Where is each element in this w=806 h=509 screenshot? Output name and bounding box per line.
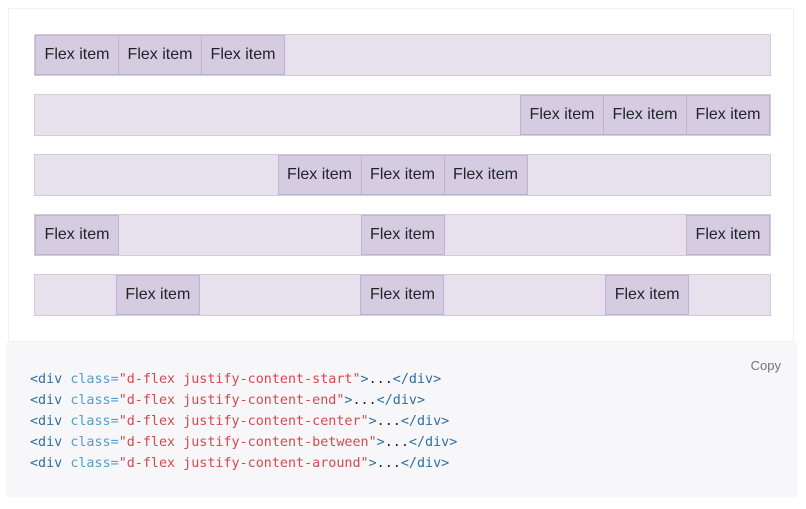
copy-button[interactable]: Copy xyxy=(751,358,781,373)
code-block: Copy <div class="d-flex justify-content-… xyxy=(6,342,797,497)
code-snippet: <div class="d-flex justify-content-start… xyxy=(30,369,457,474)
flex-row-justify-around: Flex item Flex item Flex item xyxy=(34,274,771,316)
flex-item: Flex item xyxy=(686,95,770,135)
example-preview: Flex item Flex item Flex item Flex item … xyxy=(8,8,794,342)
code-line: <div class="d-flex justify-content-cente… xyxy=(30,414,450,429)
flex-item: Flex item xyxy=(35,215,119,255)
code-line: <div class="d-flex justify-content-start… xyxy=(30,372,442,387)
code-line: <div class="d-flex justify-content-end">… xyxy=(30,393,426,408)
flex-item: Flex item xyxy=(360,215,445,255)
flex-item: Flex item xyxy=(360,155,445,195)
code-line: <div class="d-flex justify-content-betwe… xyxy=(30,435,458,450)
flex-item: Flex item xyxy=(360,275,445,315)
flex-item: Flex item xyxy=(686,215,770,255)
flex-item: Flex item xyxy=(605,275,690,315)
flex-item: Flex item xyxy=(520,95,604,135)
flex-item: Flex item xyxy=(603,95,687,135)
code-line: <div class="d-flex justify-content-aroun… xyxy=(30,456,450,471)
flex-item: Flex item xyxy=(118,35,202,75)
flex-item: Flex item xyxy=(277,155,362,195)
flex-row-justify-start: Flex item Flex item Flex item xyxy=(34,34,771,76)
flex-row-justify-between: Flex item Flex item Flex item xyxy=(34,214,771,256)
flex-row-justify-end: Flex item Flex item Flex item xyxy=(34,94,771,136)
flex-item: Flex item xyxy=(443,155,528,195)
flex-item: Flex item xyxy=(115,275,200,315)
flex-item: Flex item xyxy=(201,35,285,75)
flex-item: Flex item xyxy=(35,35,119,75)
flex-row-justify-center: Flex item Flex item Flex item xyxy=(34,154,771,196)
